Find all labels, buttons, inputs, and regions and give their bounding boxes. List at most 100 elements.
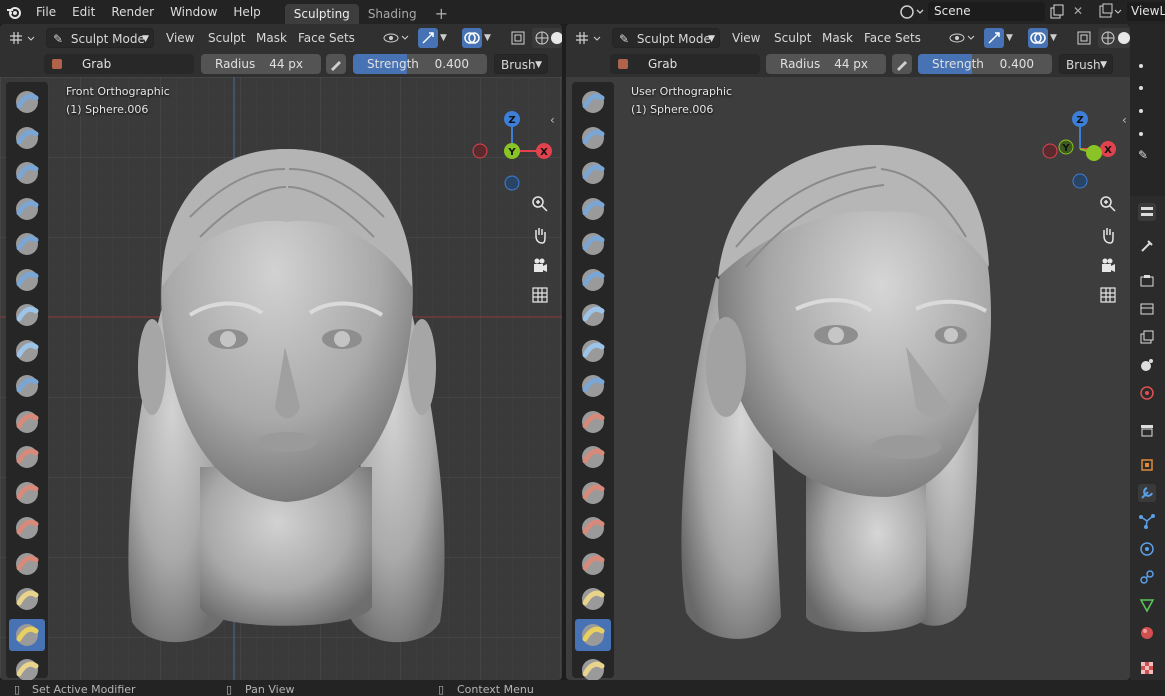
grid-toggle-icon[interactable] — [1094, 281, 1122, 309]
tool-pinch-icon[interactable] — [575, 583, 611, 615]
material-properties-icon[interactable] — [1138, 624, 1156, 642]
shading-wireframe-icon[interactable] — [1098, 28, 1130, 48]
overlay-toggle-icon[interactable] — [462, 28, 482, 48]
world-properties-icon[interactable] — [1138, 384, 1156, 402]
tool-grab-icon[interactable] — [9, 618, 45, 651]
menu-view[interactable]: View — [160, 28, 200, 48]
tool-flatten-icon[interactable] — [575, 441, 611, 473]
menu-file[interactable]: File — [28, 0, 64, 24]
strength-field[interactable]: Strength 0.400 — [918, 54, 1052, 74]
particles-icon[interactable] — [1138, 512, 1156, 530]
menu-face-sets[interactable]: Face Sets — [292, 28, 361, 48]
pan-hand-icon[interactable] — [1094, 221, 1122, 249]
tool-inflate-icon[interactable] — [9, 299, 45, 331]
physics-icon[interactable] — [1138, 540, 1156, 558]
gizmo-toggle-icon[interactable] — [984, 28, 1004, 48]
shading-wireframe-icon[interactable] — [532, 28, 562, 48]
render-properties-icon[interactable] — [1138, 272, 1156, 290]
tool-clay-icon[interactable] — [575, 157, 611, 189]
tool-pinch-icon[interactable] — [9, 583, 45, 615]
tool-clay-strips-icon[interactable] — [575, 193, 611, 225]
object-properties-icon[interactable] — [1138, 456, 1156, 474]
modifier-wrench-icon[interactable] — [1138, 484, 1156, 502]
close-scene-icon[interactable]: ✕ — [1070, 2, 1086, 21]
scene-selector-icon[interactable] — [897, 2, 927, 22]
tool-blob-icon[interactable] — [9, 335, 45, 367]
tool-clay-icon[interactable] — [9, 157, 45, 189]
tab-sculpting[interactable]: Sculpting — [284, 4, 359, 24]
right-viewport-canvas[interactable]: User Orthographic (1) Sphere.006 Z X Y ‹ — [566, 77, 1130, 680]
tool-draw-icon[interactable] — [575, 86, 611, 118]
xray-toggle-icon[interactable] — [508, 28, 528, 48]
tool-multiplane-scrape-icon[interactable] — [9, 548, 45, 580]
menu-edit[interactable]: Edit — [64, 0, 103, 24]
mode-dropdown[interactable]: ✎ Sculpt Mode ▼ — [612, 28, 720, 48]
gizmo-toggle-icon[interactable] — [418, 28, 438, 48]
menu-render[interactable]: Render — [103, 0, 162, 24]
constraints-icon[interactable] — [1138, 568, 1156, 586]
tool-layer-icon[interactable] — [9, 264, 45, 296]
tool-clay-thumb-icon[interactable] — [9, 228, 45, 260]
tool-fill-icon[interactable] — [9, 477, 45, 509]
navigation-gizmo[interactable]: Z X Y — [468, 107, 558, 193]
tool-clay-thumb-icon[interactable] — [575, 228, 611, 260]
tool-draw-sharp-icon[interactable] — [9, 122, 45, 154]
texture-properties-icon[interactable] — [1138, 659, 1156, 677]
output-properties-icon[interactable] — [1138, 300, 1156, 318]
mode-dropdown[interactable]: ✎ Sculpt Mode ▼ — [46, 28, 154, 48]
sidebar-toggle-icon[interactable]: ‹ — [1122, 113, 1127, 127]
chevron-down-icon[interactable]: ▼ — [484, 28, 498, 48]
viewlayer-icon[interactable] — [1098, 2, 1124, 21]
properties-editor-icon[interactable] — [1138, 203, 1156, 221]
menu-help[interactable]: Help — [225, 0, 268, 24]
pressure-pen-icon[interactable] — [326, 54, 346, 74]
tool-crease-icon[interactable] — [9, 370, 45, 402]
grid-toggle-icon[interactable] — [526, 281, 554, 309]
menu-sculpt[interactable]: Sculpt — [202, 28, 251, 48]
plus-icon[interactable]: + — [426, 4, 457, 24]
editor-type-icon[interactable] — [8, 28, 40, 48]
tool-multiplane-scrape-icon[interactable] — [575, 548, 611, 580]
tool-scrape-icon[interactable] — [9, 512, 45, 544]
pan-hand-icon[interactable] — [526, 221, 554, 249]
tool-fill-icon[interactable] — [575, 477, 611, 509]
menu-mask[interactable]: Mask — [250, 28, 293, 48]
sidebar-toggle-icon[interactable]: ‹ — [550, 113, 555, 127]
right-3d-viewport[interactable]: ✎ Sculpt Mode ▼ View Sculpt Mask Face Se… — [566, 24, 1130, 680]
editor-type-icon[interactable] — [574, 28, 606, 48]
navigation-gizmo[interactable]: Z X Y — [1040, 107, 1130, 193]
copy-scene-icon[interactable] — [1048, 2, 1066, 21]
tool-scrape-icon[interactable] — [575, 512, 611, 544]
chevron-down-icon[interactable]: ▼ — [440, 28, 454, 48]
tool-draw-icon[interactable] — [9, 86, 45, 118]
menu-mask[interactable]: Mask — [816, 28, 859, 48]
scene-name-field[interactable]: Scene — [928, 2, 1045, 21]
left-viewport-canvas[interactable]: Front Orthographic (1) Sphere.006 Z X Y … — [0, 77, 562, 680]
view-layer-icon[interactable] — [1138, 328, 1156, 346]
tool-inflate-icon[interactable] — [575, 299, 611, 331]
menu-sculpt[interactable]: Sculpt — [768, 28, 817, 48]
tool-snake-hook-icon[interactable] — [575, 654, 611, 680]
tool-grab-icon[interactable] — [575, 618, 611, 651]
tool-blob-icon[interactable] — [575, 335, 611, 367]
tool-layer-icon[interactable] — [575, 264, 611, 296]
overlay-toggle-icon[interactable] — [1028, 28, 1048, 48]
camera-icon[interactable] — [526, 252, 554, 280]
viewlayer-name-field[interactable]: ViewLa — [1127, 2, 1165, 21]
tab-shading[interactable]: Shading — [359, 4, 426, 24]
radius-field[interactable]: Radius 44 px — [766, 54, 886, 74]
brush-menu-dropdown[interactable]: Brush ▼ — [494, 54, 548, 74]
zoom-icon[interactable] — [1094, 190, 1122, 218]
menu-window[interactable]: Window — [162, 0, 225, 24]
visibility-eye-icon[interactable] — [948, 28, 978, 48]
chevron-down-icon[interactable]: ▼ — [1006, 28, 1020, 48]
visibility-eye-icon[interactable] — [382, 28, 412, 48]
scene-properties-icon[interactable] — [1138, 356, 1156, 374]
tool-settings-icon[interactable] — [1138, 237, 1156, 255]
left-3d-viewport[interactable]: ✎ Sculpt Mode ▼ View Sculpt Mask Face Se… — [0, 24, 562, 680]
object-data-icon[interactable] — [1138, 596, 1156, 614]
menu-face-sets[interactable]: Face Sets — [858, 28, 927, 48]
tool-smooth-icon[interactable] — [9, 406, 45, 438]
tool-flatten-icon[interactable] — [9, 441, 45, 473]
radius-field[interactable]: Radius 44 px — [201, 54, 321, 74]
